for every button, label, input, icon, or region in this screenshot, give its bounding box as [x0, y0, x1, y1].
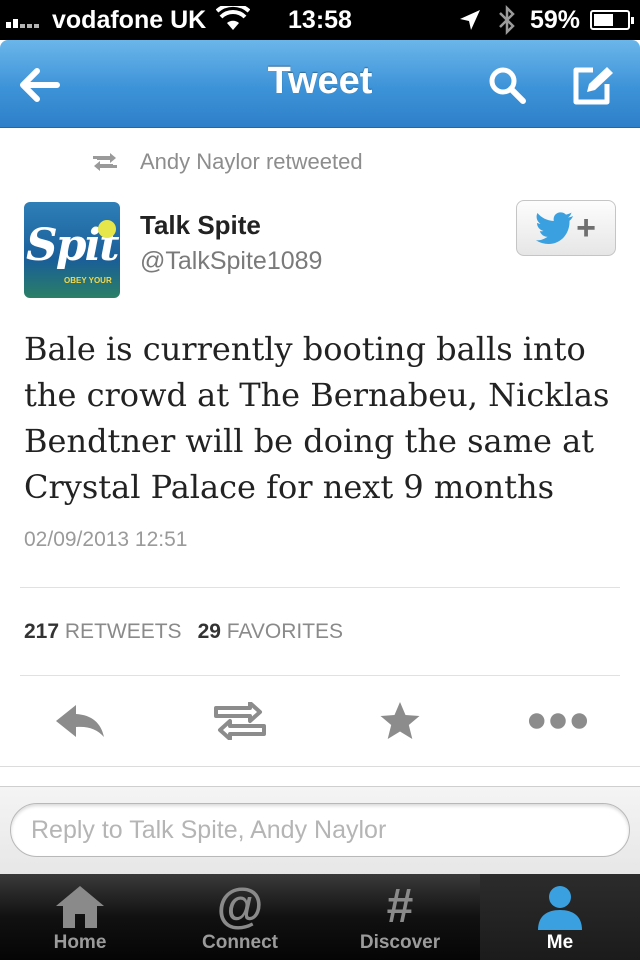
nav-bar: Tweet	[0, 40, 640, 128]
author-name[interactable]: Talk Spite	[140, 210, 261, 241]
favorites-stat[interactable]: 29 FAVORITES	[198, 620, 344, 644]
bluetooth-icon	[499, 4, 515, 36]
battery-percent: 59%	[530, 6, 581, 34]
retweet-icon	[214, 702, 266, 740]
tab-home[interactable]: Home	[0, 874, 160, 960]
location-arrow-icon	[460, 10, 480, 30]
avatar[interactable]: Spit OBEY YOUR	[24, 202, 120, 298]
divider	[20, 675, 620, 676]
favorites-count: 29	[197, 620, 221, 643]
search-icon	[489, 67, 526, 104]
reply-icon	[56, 705, 104, 737]
home-icon	[56, 886, 104, 928]
battery-icon	[590, 10, 634, 30]
retweet-small-icon	[93, 153, 117, 171]
status-bar: vodafone UK 13:58 59%	[0, 0, 640, 40]
tab-discover-label: Discover	[359, 932, 441, 953]
tweet-actions	[0, 690, 640, 752]
retweets-count: 217	[24, 620, 60, 643]
compose-icon	[573, 67, 613, 105]
follow-button[interactable]: +	[516, 200, 616, 256]
twitter-bird-icon	[536, 212, 574, 244]
tab-me[interactable]: Me	[480, 874, 640, 960]
tweet-timestamp: 02/09/2013 12:51	[24, 528, 188, 551]
avatar-subtext: OBEY YOUR	[64, 276, 112, 285]
tab-bar: Home @ Connect # Discover Me	[0, 874, 640, 960]
at-sign-icon: @	[216, 880, 264, 933]
hashtag-icon: #	[386, 880, 414, 933]
compose-button[interactable]	[566, 58, 620, 112]
reply-button[interactable]	[50, 696, 110, 746]
page-title: Tweet	[267, 60, 373, 102]
tab-me-label: Me	[546, 932, 574, 953]
reply-bar	[0, 786, 640, 874]
tab-connect-label: Connect	[202, 932, 278, 953]
person-icon	[538, 886, 582, 930]
tweet-text: Bale is currently booting balls into the…	[24, 330, 610, 506]
more-button[interactable]	[528, 696, 588, 746]
author-handle[interactable]: @TalkSpite1089	[140, 247, 322, 276]
retweeted-by-label: Andy Naylor retweeted	[140, 149, 363, 174]
search-button[interactable]	[480, 58, 534, 112]
divider	[0, 766, 640, 767]
avatar-ball	[98, 220, 116, 238]
favorites-label: FAVORITES	[226, 620, 344, 643]
divider	[20, 587, 620, 588]
more-dots-icon	[528, 713, 588, 729]
retweet-button[interactable]	[210, 696, 270, 746]
favorite-button[interactable]	[370, 696, 430, 746]
retweeted-by[interactable]: Andy Naylor retweeted	[90, 148, 363, 176]
tab-home-label: Home	[53, 932, 107, 953]
reply-input[interactable]	[10, 803, 630, 857]
tab-discover[interactable]: # Discover	[320, 874, 480, 960]
retweets-stat[interactable]: 217 RETWEETS	[24, 620, 182, 644]
tab-connect[interactable]: @ Connect	[160, 874, 320, 960]
follow-plus: +	[576, 209, 596, 247]
retweets-label: RETWEETS	[64, 620, 182, 643]
favorite-star-icon	[380, 702, 420, 739]
tweet-stats: 217 RETWEETS 29 FAVORITES	[24, 620, 343, 644]
